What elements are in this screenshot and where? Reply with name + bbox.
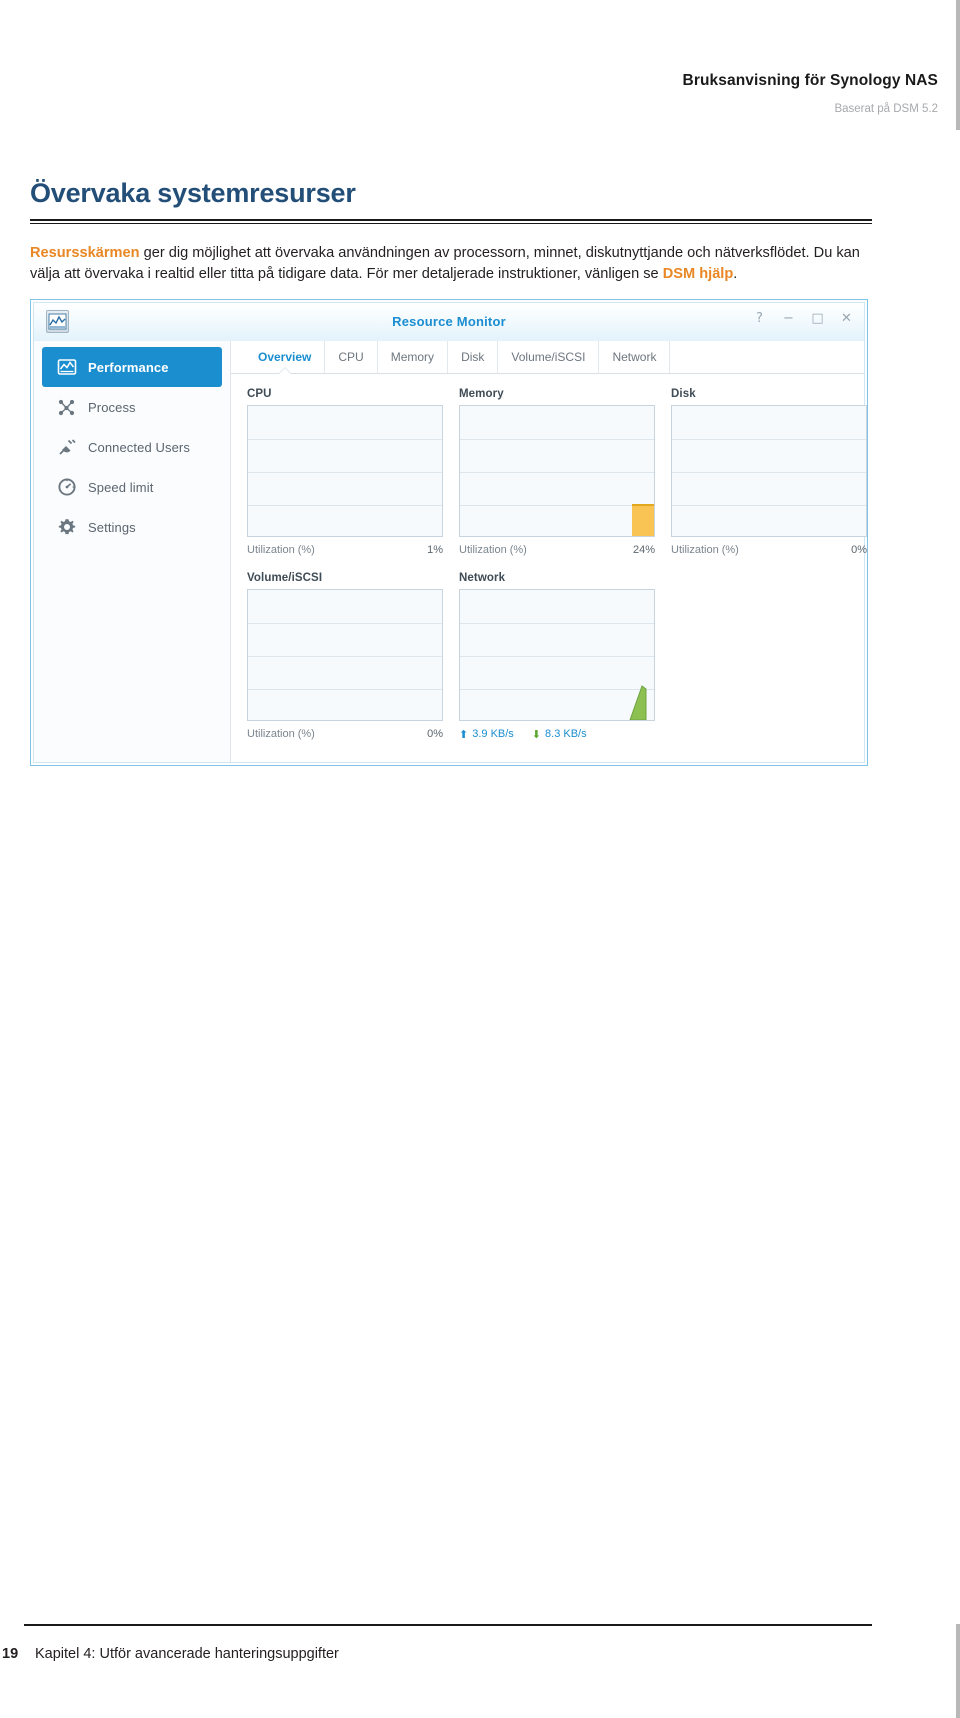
plug-icon bbox=[56, 436, 78, 458]
chart-caption-cpu: CPU bbox=[247, 388, 272, 400]
chart-value-memory: 24% bbox=[632, 544, 655, 556]
charts-row-1: CPU Utilization (%) 1% Memory Utilizatio… bbox=[247, 388, 867, 558]
chart-axis-label-disk: Utilization (%) bbox=[671, 544, 739, 556]
tab-disk[interactable]: Disk bbox=[448, 341, 499, 373]
sidebar-item-connected-users-label: Connected Users bbox=[88, 439, 190, 455]
network-stats: ⬆ 3.9 KB/s ⬇ 8.3 KB/s bbox=[459, 726, 655, 742]
chart-axis-volume: Utilization (%) 0% bbox=[247, 726, 443, 742]
gear-icon bbox=[56, 516, 78, 538]
speedometer-icon bbox=[56, 476, 78, 498]
chart-cell-empty bbox=[671, 572, 867, 742]
chart-caption-network: Network bbox=[459, 572, 506, 584]
tab-network[interactable]: Network bbox=[599, 341, 671, 373]
chart-plot-volume[interactable] bbox=[247, 589, 443, 721]
chart-axis-label-memory: Utilization (%) bbox=[459, 544, 527, 556]
sidebar-item-performance-label: Performance bbox=[88, 359, 169, 375]
network-upload-stat: ⬆ 3.9 KB/s bbox=[459, 728, 514, 741]
dsm-help-link[interactable]: DSM hjälp bbox=[663, 266, 734, 282]
network-traffic-area bbox=[629, 685, 647, 720]
window-titlebar[interactable]: Resource Monitor ? − □ ✕ bbox=[34, 303, 864, 342]
paragraph-text-part-2: . bbox=[733, 266, 738, 283]
footer-chapter-text: Kapitel 4: Utför avancerade hanteringsup… bbox=[35, 1646, 339, 1662]
sidebar-item-settings[interactable]: Settings bbox=[42, 507, 222, 547]
network-download-value: 8.3 KB/s bbox=[545, 728, 587, 740]
chart-cell-network: Network ⬆ 3.9 KB/s ⬇ 8.3 KB/s bbox=[459, 572, 655, 742]
body-paragraph: Resursskärmen ger dig möjlighet att över… bbox=[30, 243, 876, 286]
process-node-icon bbox=[56, 396, 78, 418]
resource-monitor-highlight: Resursskärmen bbox=[30, 244, 140, 261]
close-button[interactable]: ✕ bbox=[839, 311, 854, 326]
tab-overview[interactable]: Overview bbox=[245, 341, 326, 373]
tab-memory[interactable]: Memory bbox=[378, 341, 449, 373]
tab-bar: Overview CPU Memory Disk Volume/iSCSI Ne… bbox=[231, 341, 864, 374]
chart-plot-cpu[interactable] bbox=[247, 405, 443, 537]
window-inner-frame: Resource Monitor ? − □ ✕ Performance Pro… bbox=[33, 302, 867, 763]
chart-plot-network[interactable] bbox=[459, 589, 655, 721]
chart-value-volume: 0% bbox=[427, 728, 443, 740]
sidebar-item-connected-users[interactable]: Connected Users bbox=[42, 427, 222, 467]
chart-plot-memory[interactable] bbox=[459, 405, 655, 537]
document-subtitle: Baserat på DSM 5.2 bbox=[834, 103, 938, 115]
chart-value-cpu: 1% bbox=[427, 544, 443, 556]
minimize-button[interactable]: − bbox=[781, 311, 796, 326]
overview-charts: CPU Utilization (%) 1% Memory Utilizatio… bbox=[231, 374, 867, 742]
footer-divider bbox=[24, 1624, 872, 1626]
arrow-down-icon: ⬇ bbox=[531, 728, 542, 741]
window-controls: ? − □ ✕ bbox=[752, 311, 854, 326]
sidebar-item-settings-label: Settings bbox=[88, 519, 136, 535]
sidebar-item-process[interactable]: Process bbox=[42, 387, 222, 427]
chart-cell-volume: Volume/iSCSI Utilization (%) 0% bbox=[247, 572, 443, 742]
title-divider bbox=[30, 219, 872, 224]
sidebar-item-speed-limit[interactable]: Speed limit bbox=[42, 467, 222, 507]
chart-cell-memory: Memory Utilization (%) 24% bbox=[459, 388, 655, 558]
window-title: Resource Monitor bbox=[392, 314, 506, 329]
chart-axis-label-volume: Utilization (%) bbox=[247, 728, 315, 740]
resource-monitor-window: Resource Monitor ? − □ ✕ Performance Pro… bbox=[30, 299, 868, 766]
sidebar-item-performance[interactable]: Performance bbox=[42, 347, 222, 387]
chart-caption-disk: Disk bbox=[671, 388, 696, 400]
page-number: 19 bbox=[2, 1646, 19, 1662]
network-upload-value: 3.9 KB/s bbox=[472, 728, 514, 740]
chart-axis-cpu: Utilization (%) 1% bbox=[247, 542, 443, 558]
network-download-stat: ⬇ 8.3 KB/s bbox=[532, 728, 587, 741]
charts-row-2: Volume/iSCSI Utilization (%) 0% Network bbox=[247, 572, 848, 742]
page-title: Övervaka systemresurser bbox=[30, 178, 356, 208]
chart-axis-memory: Utilization (%) 24% bbox=[459, 542, 655, 558]
chart-cell-disk: Disk Utilization (%) 0% bbox=[671, 388, 867, 558]
sidebar-item-speed-limit-label: Speed limit bbox=[88, 479, 154, 495]
document-title: Bruksanvisning för Synology NAS bbox=[682, 72, 938, 89]
performance-chart-icon bbox=[56, 356, 78, 378]
window-sidebar: Performance Process Connected Users Spee… bbox=[34, 341, 231, 762]
tab-volume-iscsi[interactable]: Volume/iSCSI bbox=[498, 341, 600, 373]
memory-usage-bar bbox=[632, 504, 654, 536]
chart-value-disk: 0% bbox=[851, 544, 867, 556]
chart-cell-cpu: CPU Utilization (%) 1% bbox=[247, 388, 443, 558]
header-vertical-rule bbox=[956, 0, 960, 130]
chart-plot-disk[interactable] bbox=[671, 405, 867, 537]
chart-axis-disk: Utilization (%) 0% bbox=[671, 542, 867, 558]
maximize-button[interactable]: □ bbox=[810, 311, 825, 326]
page-header: Bruksanvisning för Synology NAS Baserat … bbox=[0, 0, 960, 130]
help-button[interactable]: ? bbox=[752, 311, 767, 326]
window-main-panel: Overview CPU Memory Disk Volume/iSCSI Ne… bbox=[231, 341, 867, 762]
chart-caption-volume: Volume/iSCSI bbox=[247, 572, 323, 584]
arrow-up-icon: ⬆ bbox=[459, 728, 469, 741]
sidebar-item-process-label: Process bbox=[88, 399, 136, 415]
tab-cpu[interactable]: CPU bbox=[325, 341, 378, 373]
footer-vertical-rule bbox=[956, 1624, 960, 1718]
chart-caption-memory: Memory bbox=[459, 388, 504, 400]
chart-axis-label-cpu: Utilization (%) bbox=[247, 544, 315, 556]
